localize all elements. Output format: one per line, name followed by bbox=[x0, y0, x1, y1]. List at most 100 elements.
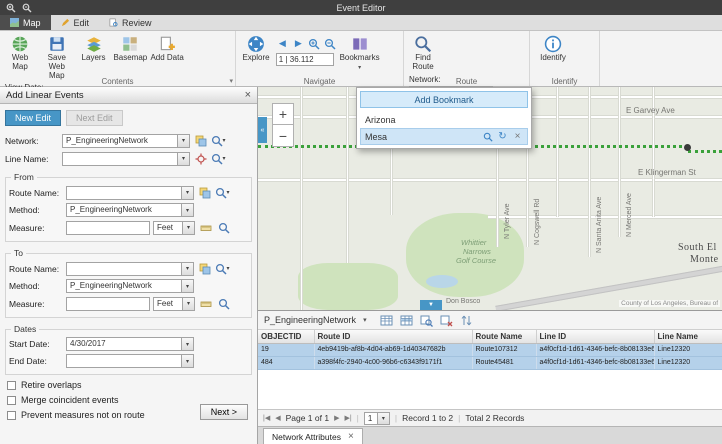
checkbox-icon[interactable] bbox=[7, 381, 16, 390]
zoom-to-selected-icon[interactable] bbox=[418, 312, 435, 328]
ribbon-group-contents: Web Map Save Web Map Layers Basemap Add … bbox=[0, 31, 236, 86]
end-date-select[interactable]: ▾ bbox=[66, 354, 194, 368]
from-route-name-select[interactable]: ▾ bbox=[66, 186, 194, 200]
tab-map[interactable]: Map bbox=[0, 15, 51, 30]
checkbox-icon[interactable] bbox=[7, 411, 16, 420]
measure-tool-icon[interactable] bbox=[198, 220, 213, 235]
panel-collapse-bottom-button[interactable]: ▼ bbox=[420, 300, 442, 310]
panel-collapse-left-button[interactable]: « bbox=[258, 117, 267, 143]
column-header-route-id[interactable]: Route ID bbox=[314, 330, 472, 343]
from-measure-input[interactable] bbox=[66, 221, 150, 235]
zoom-to-bookmark-icon[interactable] bbox=[482, 131, 493, 142]
contents-group-chevron-icon[interactable]: ▾ bbox=[229, 77, 233, 85]
previous-page-icon[interactable]: ◀ bbox=[275, 414, 280, 422]
to-group-legend: To bbox=[11, 248, 26, 258]
identify-group-label: Identify bbox=[530, 77, 599, 86]
to-measure-input[interactable] bbox=[66, 297, 150, 311]
find-route-button[interactable]: Find Route bbox=[407, 33, 439, 72]
next-page-icon[interactable]: ▶ bbox=[334, 414, 339, 422]
column-header-line-id[interactable]: Line ID bbox=[536, 330, 654, 343]
map-zoom-in-button[interactable]: + bbox=[272, 103, 294, 125]
save-web-map-button[interactable]: Save Web Map bbox=[40, 33, 74, 80]
bookmark-item-arizona[interactable]: Arizona bbox=[360, 111, 528, 128]
panel-header: Add Linear Events × bbox=[0, 87, 257, 104]
zoom-in-tool-icon[interactable] bbox=[308, 37, 321, 50]
web-map-button[interactable]: Web Map bbox=[3, 33, 37, 72]
to-method-select[interactable]: P_EngineeringNetwork ▾ bbox=[66, 279, 194, 293]
next-button[interactable]: Next > bbox=[200, 404, 248, 420]
map-zoom-out-button[interactable]: − bbox=[272, 125, 294, 147]
add-bookmark-button[interactable]: Add Bookmark bbox=[360, 91, 528, 108]
next-extent-icon[interactable]: ▶ bbox=[292, 37, 305, 50]
layer-selector-value: P_EngineeringNetwork bbox=[264, 315, 356, 325]
select-route-icon[interactable] bbox=[197, 261, 212, 276]
tab-edit[interactable]: Edit bbox=[51, 15, 100, 30]
navigation-cluster: ◀ ▶ bbox=[276, 33, 337, 66]
dates-group: Dates Start Date: 4/30/2017 ▾ End Date: … bbox=[5, 324, 252, 375]
bookmark-item-mesa[interactable]: Mesa ↻ × bbox=[360, 128, 528, 145]
chevron-down-icon: ▾ bbox=[363, 316, 367, 324]
sort-records-icon[interactable] bbox=[458, 312, 475, 328]
panel-title: Add Linear Events bbox=[6, 90, 84, 101]
page-size-select[interactable]: 1 ▾ bbox=[364, 412, 390, 425]
tab-network-attributes[interactable]: Network Attributes × bbox=[263, 428, 363, 444]
explore-button[interactable]: Explore bbox=[239, 33, 273, 63]
pick-line-icon[interactable] bbox=[193, 151, 208, 166]
basemap-button[interactable]: Basemap bbox=[113, 33, 147, 63]
new-edit-button[interactable]: New Edit bbox=[5, 110, 61, 126]
tab-review[interactable]: Review bbox=[99, 15, 162, 30]
zoom-menu-icon[interactable]: ▾ bbox=[215, 185, 230, 200]
line-name-select[interactable]: ▾ bbox=[62, 152, 190, 166]
from-unit-select[interactable]: Feet ▾ bbox=[153, 221, 195, 235]
delete-bookmark-icon[interactable]: × bbox=[512, 131, 523, 142]
to-route-name-select[interactable]: ▾ bbox=[66, 262, 194, 276]
basemap-icon bbox=[121, 35, 139, 53]
separator: | bbox=[395, 413, 397, 423]
column-header-line-name[interactable]: Line Name bbox=[654, 330, 722, 343]
previous-extent-icon[interactable]: ◀ bbox=[276, 37, 289, 50]
layers-button[interactable]: Layers bbox=[77, 33, 111, 63]
column-header-objectid[interactable]: OBJECTID bbox=[258, 330, 314, 343]
zoom-menu-icon[interactable]: ▾ bbox=[211, 151, 226, 166]
first-page-icon[interactable]: |◀ bbox=[263, 414, 270, 422]
titlebar-icons bbox=[0, 2, 32, 13]
update-bookmark-icon[interactable]: ↻ bbox=[497, 131, 508, 142]
table-options-icon[interactable] bbox=[378, 312, 395, 328]
dates-group-legend: Dates bbox=[11, 324, 39, 334]
retire-overlaps-option[interactable]: Retire overlaps bbox=[7, 380, 250, 390]
zoom-menu-icon[interactable]: ▾ bbox=[211, 133, 226, 148]
column-header-route-name[interactable]: Route Name bbox=[472, 330, 536, 343]
to-unit-select[interactable]: Feet ▾ bbox=[153, 297, 195, 311]
identify-button[interactable]: Identify bbox=[533, 33, 573, 63]
zoom-out-icon[interactable] bbox=[21, 2, 32, 13]
pick-measure-icon[interactable] bbox=[216, 220, 231, 235]
find-route-icon bbox=[414, 35, 432, 53]
table-row[interactable]: 484 a398f4fc-2940-4c00-96b6-c6343f9171f1… bbox=[258, 356, 722, 369]
last-page-icon[interactable]: ▶| bbox=[344, 414, 351, 422]
clear-selection-icon[interactable] bbox=[438, 312, 455, 328]
add-data-button[interactable]: Add Data bbox=[150, 33, 184, 63]
next-edit-button: Next Edit bbox=[66, 110, 123, 126]
checkbox-icon[interactable] bbox=[7, 396, 16, 405]
zoom-menu-icon[interactable]: ▾ bbox=[215, 261, 230, 276]
measure-tool-icon[interactable] bbox=[198, 296, 213, 311]
start-date-select[interactable]: 4/30/2017 ▾ bbox=[66, 337, 194, 351]
network-field-select[interactable]: P_EngineeringNetwork ▾ bbox=[62, 134, 190, 148]
from-method-select[interactable]: P_EngineeringNetwork ▾ bbox=[66, 203, 194, 217]
table-row[interactable]: 19 4eb9419b-af8b-4d04-ab69-1d40347682b R… bbox=[258, 343, 722, 356]
select-route-icon[interactable] bbox=[197, 185, 212, 200]
chevron-down-icon: ▾ bbox=[181, 355, 193, 367]
pick-measure-icon[interactable] bbox=[216, 296, 231, 311]
select-on-map-icon[interactable] bbox=[193, 133, 208, 148]
zoom-out-tool-icon[interactable] bbox=[324, 37, 337, 50]
bookmarks-button[interactable]: Bookmarks ▾ bbox=[340, 33, 380, 72]
map-scale-input[interactable] bbox=[276, 53, 334, 66]
tab-edit-label: Edit bbox=[74, 18, 90, 28]
zoom-in-icon[interactable] bbox=[5, 2, 16, 13]
close-icon[interactable]: × bbox=[348, 432, 354, 442]
ribbon-tab-bar: Map Edit Review bbox=[0, 15, 722, 31]
close-icon[interactable]: × bbox=[245, 90, 251, 101]
park-area bbox=[298, 263, 398, 310]
show-selected-records-icon[interactable] bbox=[398, 312, 415, 328]
layer-selector[interactable]: P_EngineeringNetwork ▾ bbox=[264, 315, 367, 325]
